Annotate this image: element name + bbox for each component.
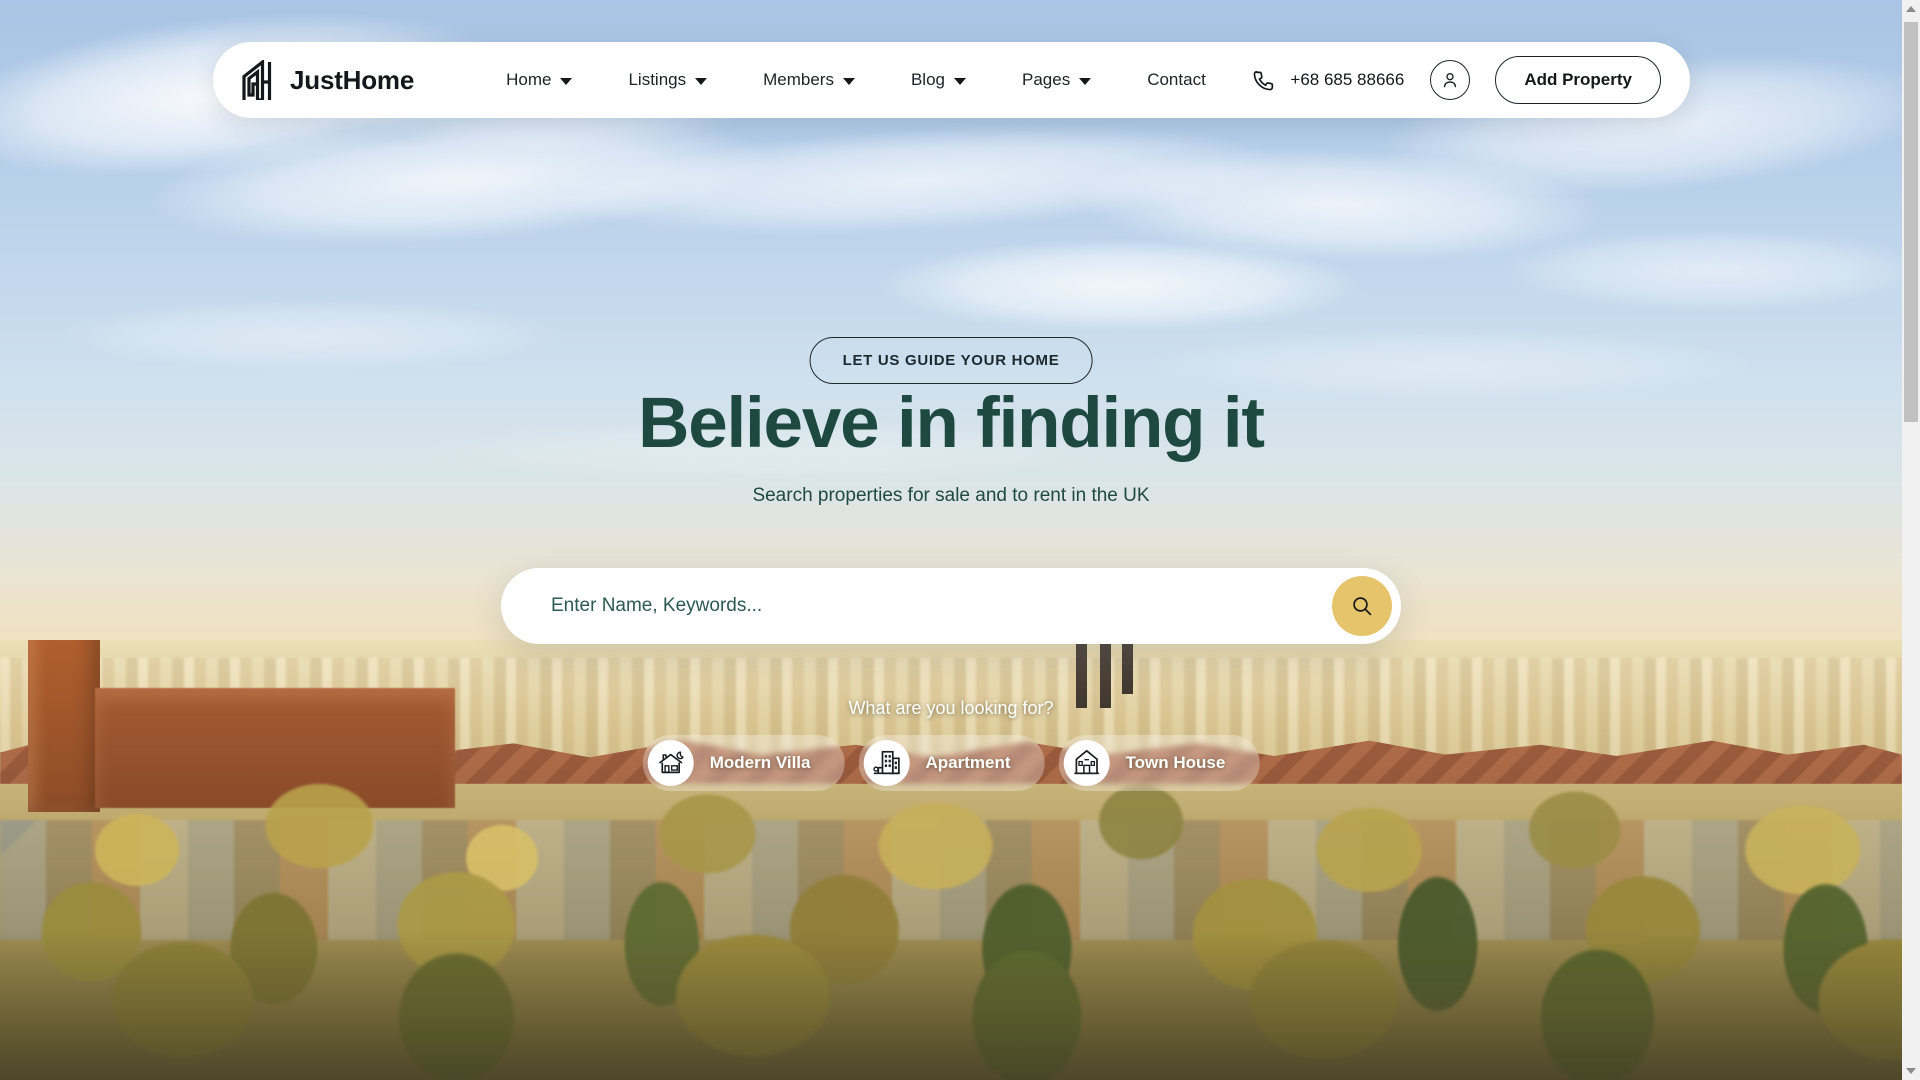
nav-label: Contact [1147, 70, 1206, 89]
category-label: Apartment [925, 753, 1011, 772]
chevron-down-icon [560, 77, 573, 85]
page-root: JustHome Home Listings Members Blog Page… [0, 0, 1902, 1080]
browser-viewport: JustHome Home Listings Members Blog Page… [0, 0, 1920, 1080]
brand[interactable]: JustHome [213, 60, 414, 100]
nav-item-contact[interactable]: Contact [1119, 42, 1234, 118]
search-submit-button[interactable] [1332, 576, 1392, 636]
nav-label: Pages [1022, 70, 1071, 89]
search-bar [501, 568, 1401, 644]
main-navigation: Home Listings Members Blog Pages Contact [478, 42, 1234, 118]
apartment-building-icon [863, 740, 910, 786]
chevron-down-icon [695, 77, 708, 85]
user-account-icon [1444, 72, 1457, 88]
category-chip-list: Modern Villa Apartment Town House [642, 735, 1260, 791]
building-logo-icon [242, 60, 272, 100]
scroll-down-arrow-icon[interactable] [1902, 1062, 1920, 1080]
nav-label: Home [506, 70, 552, 89]
town-house-icon [1063, 740, 1110, 786]
add-property-button[interactable]: Add Property [1495, 56, 1661, 104]
user-account-button[interactable] [1430, 60, 1471, 100]
nav-label: Members [763, 70, 834, 89]
nav-item-listings[interactable]: Listings [600, 42, 735, 118]
chevron-down-icon [1079, 77, 1092, 85]
site-header: JustHome Home Listings Members Blog Page… [213, 42, 1690, 118]
phone-icon [1253, 70, 1274, 90]
page-scrollbar[interactable] [1902, 0, 1920, 1080]
category-chip-apartment[interactable]: Apartment [858, 735, 1045, 791]
scroll-up-arrow-icon[interactable] [1902, 0, 1920, 18]
phone-number: +68 685 88666 [1290, 70, 1405, 89]
category-label: Modern Villa [709, 753, 811, 772]
hero-badge[interactable]: LET US GUIDE YOUR HOME [809, 337, 1093, 384]
villa-house-icon [647, 740, 694, 786]
nav-item-members[interactable]: Members [735, 42, 883, 118]
nav-label: Blog [910, 70, 945, 89]
brand-name: JustHome [290, 64, 415, 95]
search-input[interactable] [501, 595, 1332, 617]
scrollbar-thumb[interactable] [1904, 22, 1918, 422]
hero-subtitle: Search properties for sale and to rent i… [752, 485, 1150, 506]
category-chip-town-house[interactable]: Town House [1058, 735, 1260, 791]
nav-item-home[interactable]: Home [478, 42, 600, 118]
category-label: Town House [1125, 753, 1226, 772]
nav-item-blog[interactable]: Blog [883, 42, 994, 118]
nav-label: Listings [628, 70, 687, 89]
search-icon [1353, 597, 1372, 616]
header-actions: +68 685 88666 Add Property [1251, 56, 1690, 104]
chevron-down-icon [842, 77, 855, 85]
chevron-down-icon [954, 77, 966, 85]
page-title: Believe in finding it [638, 384, 1265, 463]
hero-section: LET US GUIDE YOUR HOME Believe in findin… [0, 0, 1902, 1080]
category-chip-modern-villa[interactable]: Modern Villa [642, 735, 845, 791]
category-prompt: What are you looking for? [848, 698, 1054, 718]
nav-item-pages[interactable]: Pages [994, 42, 1119, 118]
phone-link[interactable]: +68 685 88666 [1251, 68, 1404, 93]
